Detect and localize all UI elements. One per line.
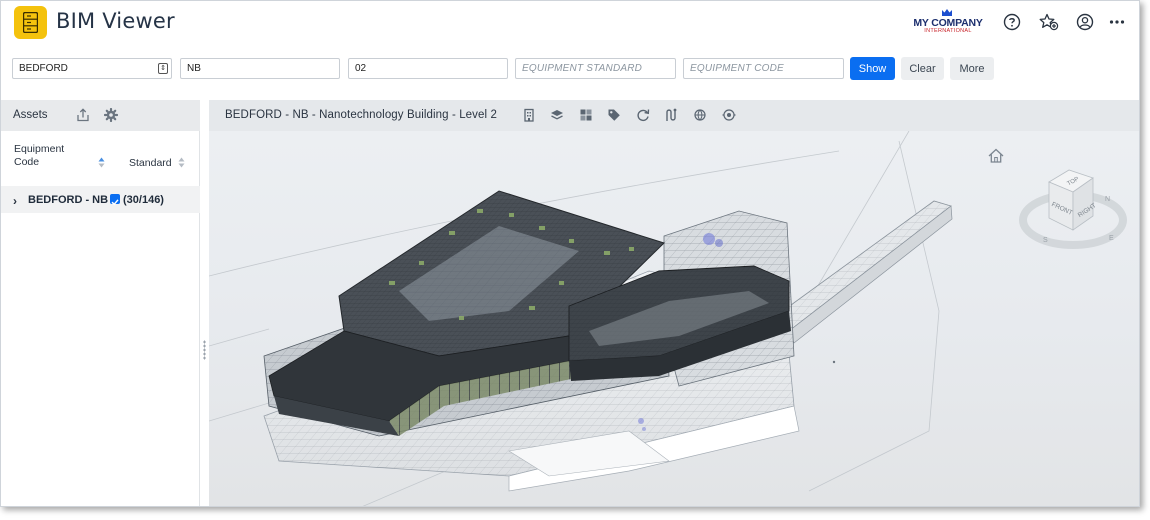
compass-n: N (1105, 196, 1110, 203)
building-input[interactable]: NB (180, 58, 340, 79)
layers-icon[interactable] (550, 108, 564, 122)
bim-viewer[interactable]: BEDFORD - NB - Nanotechnology Building -… (209, 100, 1140, 507)
picker-icon[interactable]: ⇕ (158, 63, 168, 74)
sort-icon[interactable] (178, 157, 185, 168)
equipment-standard-placeholder: EQUIPMENT STANDARD (522, 63, 643, 74)
viewer-toolbar: BEDFORD - NB - Nanotechnology Building -… (209, 100, 1139, 131)
app-window: BIM Viewer MY COMPANY INTERNATIONAL BEDF… (0, 0, 1140, 507)
help-icon (1003, 13, 1021, 31)
filter-bar: BEDFORD ⇕ NB 02 EQUIPMENT STANDARD EQUIP… (1, 57, 1139, 81)
building-value: NB (187, 63, 201, 74)
ellipsis-icon (1109, 20, 1125, 24)
more-button[interactable]: More (950, 57, 994, 80)
grid-icon[interactable] (579, 108, 593, 122)
user-icon (1076, 13, 1094, 31)
equipment-code-input[interactable]: EQUIPMENT CODE (683, 58, 844, 79)
splitter-grip[interactable] (203, 340, 206, 360)
sort-icon[interactable] (98, 157, 105, 168)
help-button[interactable] (1002, 12, 1022, 32)
column-equipment-code-line1: Equipment (14, 143, 65, 155)
panel-splitter[interactable] (200, 100, 209, 506)
more-options-button[interactable] (1107, 12, 1127, 32)
view-cube[interactable]: N S E TOP FRONT RIGHT (1017, 158, 1129, 250)
compass-s: S (1043, 237, 1048, 244)
building-icon[interactable] (522, 108, 536, 122)
tree-item-label: BEDFORD - NB (28, 194, 109, 206)
column-equipment-code-line2: Code (14, 156, 40, 168)
user-button[interactable] (1075, 12, 1095, 32)
network-icon[interactable] (693, 108, 707, 122)
export-icon[interactable] (76, 108, 90, 122)
building-model[interactable] (209, 131, 1140, 507)
tree-item-checkbox[interactable] (110, 194, 120, 206)
assets-panel-header: Assets (1, 100, 200, 131)
refresh-icon[interactable] (636, 108, 650, 122)
level-input[interactable]: 02 (348, 58, 508, 79)
show-button[interactable]: Show (850, 57, 895, 80)
checkmark-icon (111, 199, 119, 206)
crown-icon (942, 9, 952, 16)
tree-item[interactable]: › BEDFORD - NB (30/146) (1, 186, 200, 213)
tree-item-count: (30/146) (123, 194, 164, 206)
network-alt-icon[interactable] (722, 108, 736, 122)
app-title: BIM Viewer (56, 9, 175, 33)
column-standard[interactable]: Standard (129, 157, 172, 170)
app-header: BIM Viewer MY COMPANY INTERNATIONAL (1, 1, 1139, 47)
level-value: 02 (355, 63, 367, 74)
favorites-button[interactable] (1039, 12, 1059, 32)
clear-button[interactable]: Clear (901, 57, 944, 80)
assets-panel: Assets Equipment Code Standard › BEDFORD… (1, 100, 200, 506)
tag-icon[interactable] (607, 108, 621, 122)
site-value: BEDFORD (19, 63, 68, 74)
equipment-standard-input[interactable]: EQUIPMENT STANDARD (515, 58, 676, 79)
assets-panel-title: Assets (13, 109, 48, 121)
star-add-icon (1039, 13, 1059, 31)
compass-e: E (1109, 235, 1114, 242)
route-icon[interactable] (664, 108, 678, 122)
chevron-right-icon[interactable]: › (13, 194, 17, 208)
home-icon[interactable] (987, 147, 1005, 165)
company-subtitle: INTERNATIONAL (924, 28, 972, 34)
column-equipment-code[interactable]: Equipment Code (14, 143, 64, 169)
company-logo: MY COMPANY INTERNATIONAL (911, 9, 985, 37)
site-input[interactable]: BEDFORD ⇕ (12, 58, 172, 79)
viewer-title: BEDFORD - NB - Nanotechnology Building -… (225, 109, 497, 121)
equipment-code-placeholder: EQUIPMENT CODE (690, 63, 784, 74)
settings-icon[interactable] (104, 108, 118, 122)
app-logo-icon (14, 6, 47, 39)
